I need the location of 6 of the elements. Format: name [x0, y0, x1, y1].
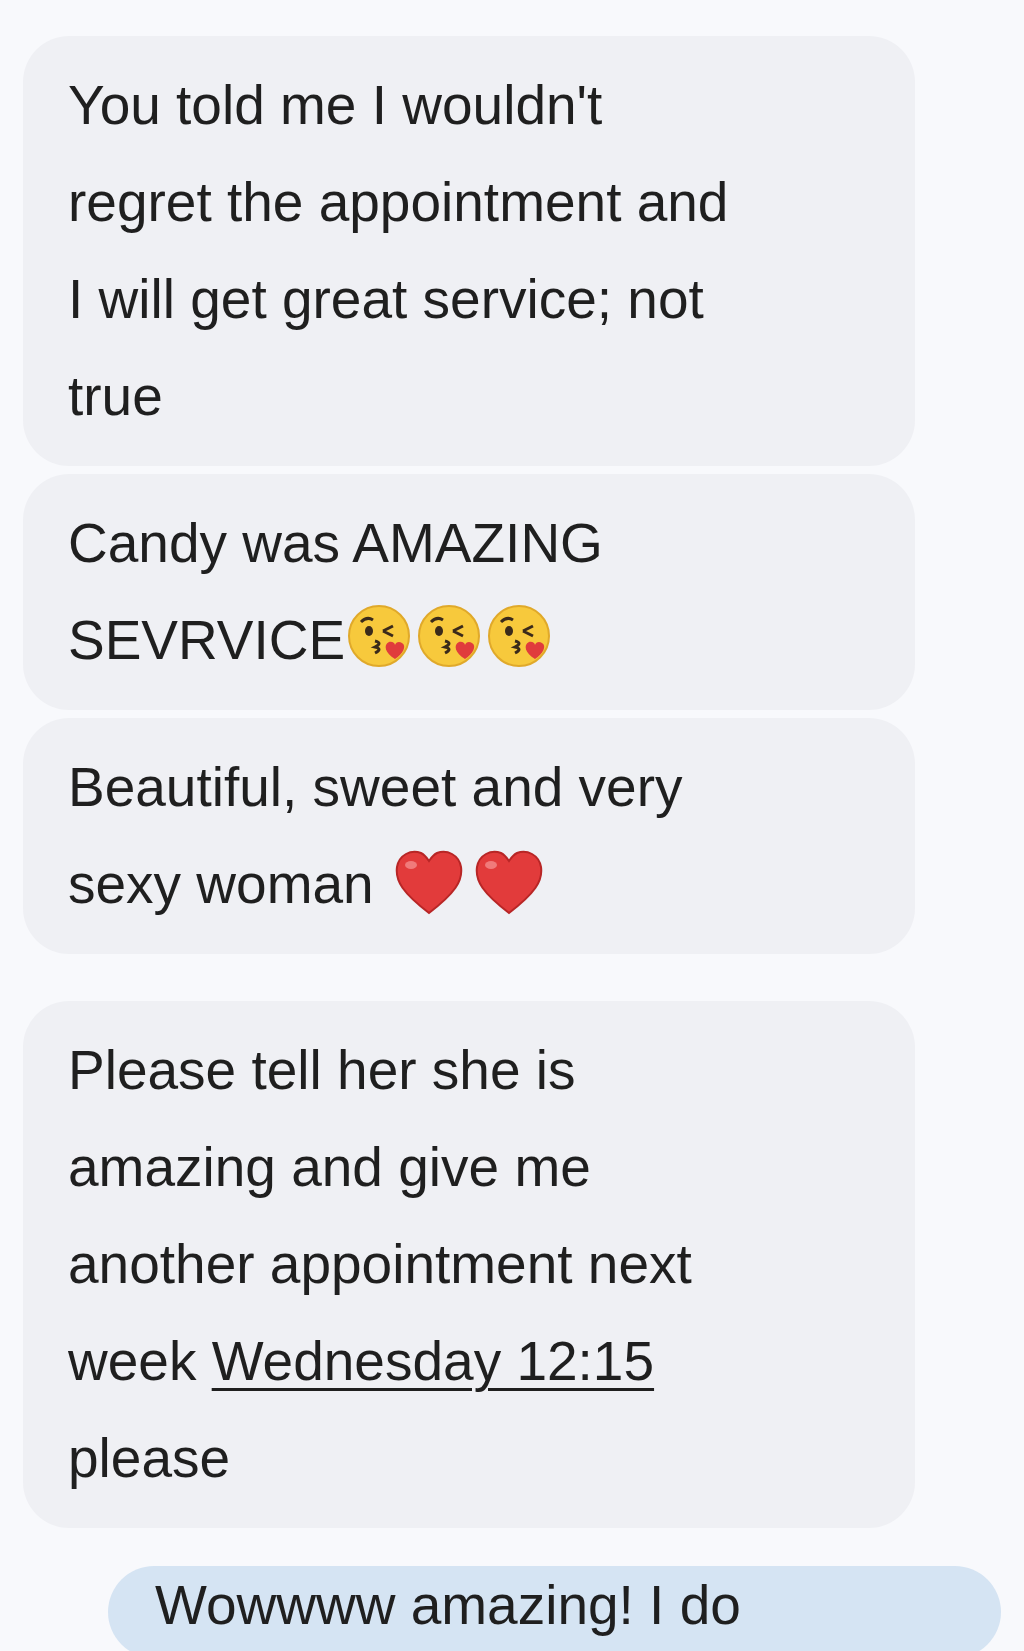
message-text: You told me I wouldn't regret the appointment and I will get great service; not true	[68, 73, 729, 429]
message-text: Candy was AMAZING SEVRVICE	[68, 511, 603, 673]
date-link[interactable]: Wednesday 12:15	[211, 1330, 655, 1392]
message-text: Beautiful, sweet and very sexy woman	[68, 755, 683, 917]
message-text: Wowwww amazing! I do	[155, 1574, 741, 1636]
message-text: Please tell her she is amazing and give me another appointment next week Wednesday 12:15 please	[68, 1038, 692, 1491]
